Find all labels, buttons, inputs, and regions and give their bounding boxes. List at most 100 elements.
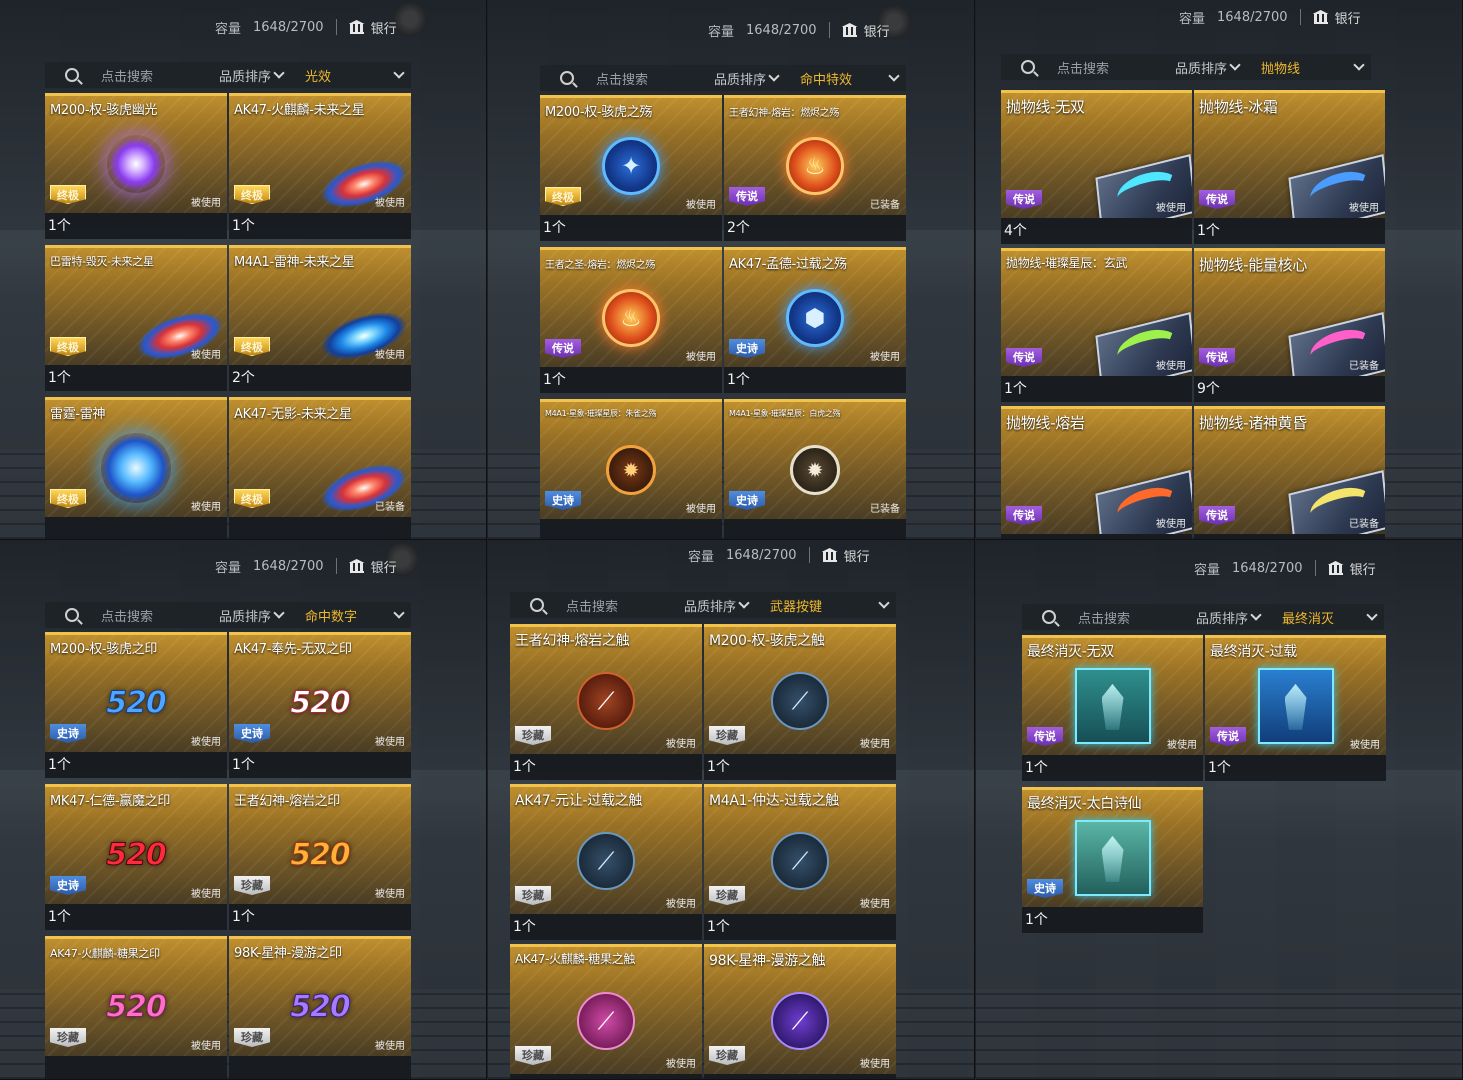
chevron-down-icon xyxy=(273,607,285,619)
rarity-badge: 珍藏 xyxy=(515,1046,551,1065)
sort-dropdown[interactable]: 品质排序 xyxy=(684,596,770,615)
chevron-down-icon xyxy=(1250,609,1262,621)
item-count xyxy=(724,519,906,539)
category-label: 最终消灭 xyxy=(1282,611,1335,627)
item-count: 2个 xyxy=(724,215,906,241)
divider xyxy=(335,19,337,35)
item-slot[interactable]: 抛物线-冰霜 传说 被使用 1个 xyxy=(1194,90,1387,248)
search-input[interactable]: 点击搜索 xyxy=(566,596,684,615)
item-slot[interactable]: AK47-火麒麟-糖果之触 ⟋ 珍藏 被使用 xyxy=(510,944,704,1079)
bank-button[interactable]: 银行 xyxy=(842,21,890,40)
item-slot[interactable]: AK47-火麒麟-糖果之印 520 珍藏 被使用 xyxy=(45,936,229,1079)
search-input[interactable]: 点击搜索 xyxy=(101,606,219,625)
item-slot[interactable]: 最终消灭-无双 传说 被使用 1个 xyxy=(1022,635,1205,787)
search-input[interactable]: 点击搜索 xyxy=(596,69,714,88)
search-input[interactable]: 点击搜索 xyxy=(101,66,219,85)
item-slot[interactable]: AK47-奉先-无双之印 520 史诗 被使用 1个 xyxy=(229,632,413,784)
category-dropdown[interactable]: 光效 xyxy=(305,66,411,85)
item-slot[interactable]: 抛物线-璀璨星辰：玄武 传说 被使用 1个 xyxy=(1001,248,1194,406)
item-slot[interactable]: 王者幻神-熔岩之印 520 珍藏 被使用 1个 xyxy=(229,784,413,936)
search-icon[interactable] xyxy=(530,598,544,612)
item-slot[interactable]: 王者幻神-熔岩之触 ⟋ 珍藏 被使用 1个 xyxy=(510,624,704,784)
sort-label: 品质排序 xyxy=(219,69,272,85)
item-name: MK47-仁德-赢魔之印 xyxy=(50,794,171,809)
item-card: 最终消灭-无双 传说 被使用 xyxy=(1022,635,1203,755)
item-slot[interactable]: 最终消灭-过载 传说 被使用 1个 xyxy=(1205,635,1388,787)
bank-button[interactable]: 银行 xyxy=(1313,8,1361,27)
item-slot[interactable]: M200-权-骇虎之触 ⟋ 珍藏 被使用 1个 xyxy=(704,624,898,784)
item-slot[interactable]: MK47-仁德-赢魔之印 520 史诗 被使用 1个 xyxy=(45,784,229,936)
search-icon[interactable] xyxy=(65,68,79,82)
item-slot[interactable]: M4A1-星象-璀璨星辰：朱雀之殇 ✹ 史诗 被使用 xyxy=(540,399,724,539)
item-status: 被使用 xyxy=(375,1041,405,1052)
item-status: 被使用 xyxy=(860,1059,890,1070)
item-slot[interactable]: AK47-元让-过载之触 ⟋ 珍藏 被使用 1个 xyxy=(510,784,704,944)
item-slot[interactable]: 雷霆-雷神 终极 被使用 xyxy=(45,397,229,539)
item-slot[interactable]: M4A1-雷神-未来之星 终极 被使用 2个 xyxy=(229,245,413,397)
item-slot[interactable]: 抛物线-熔岩 传说 被使用 xyxy=(1001,406,1194,539)
bank-button[interactable]: 银行 xyxy=(349,18,397,37)
item-slot[interactable]: 98K-星神-漫游之触 ⟋ 珍藏 被使用 xyxy=(704,944,898,1079)
item-count: 2个 xyxy=(229,365,411,391)
search-icon[interactable] xyxy=(560,71,574,85)
chevron-down-icon xyxy=(878,597,890,609)
item-slot[interactable]: M4A1-仲达-过载之触 ⟋ 珍藏 被使用 1个 xyxy=(704,784,898,944)
item-count: 1个 xyxy=(229,213,411,239)
bank-icon xyxy=(349,559,365,573)
search-icon[interactable] xyxy=(65,608,79,622)
rarity-badge: 终极 xyxy=(50,337,86,356)
search-input[interactable]: 点击搜索 xyxy=(1078,608,1196,627)
sort-dropdown[interactable]: 品质排序 xyxy=(1175,58,1261,77)
item-status: 被使用 xyxy=(191,350,221,361)
category-label: 抛物线 xyxy=(1261,61,1301,77)
category-dropdown[interactable]: 命中特效 xyxy=(800,69,906,88)
category-dropdown[interactable]: 武器按键 xyxy=(770,596,896,615)
search-input[interactable]: 点击搜索 xyxy=(1057,58,1175,77)
item-name: 最终消灭-太白诗仙 xyxy=(1027,796,1142,812)
item-slot[interactable]: AK47-火麒麟-未来之星 终极 被使用 1个 xyxy=(229,93,413,245)
search-icon[interactable] xyxy=(1042,610,1056,624)
rarity-badge: 史诗 xyxy=(234,724,270,743)
item-slot[interactable]: 抛物线-诸神黄昏 传说 已装备 xyxy=(1194,406,1387,539)
sort-dropdown[interactable]: 品质排序 xyxy=(714,69,800,88)
capacity-bar: 容量 1648/2700 银行 xyxy=(688,543,870,567)
item-status: 被使用 xyxy=(666,1059,696,1070)
item-slot[interactable]: 最终消灭-太白诗仙 史诗 1个 xyxy=(1022,787,1205,939)
rarity-badge: 史诗 xyxy=(50,724,86,743)
sort-dropdown[interactable]: 品质排序 xyxy=(219,66,305,85)
bank-label: 银行 xyxy=(370,21,397,37)
item-slot[interactable]: 巴雷特-毁灭-未来之星 终极 被使用 1个 xyxy=(45,245,229,397)
item-status: 被使用 xyxy=(191,502,221,513)
category-dropdown[interactable]: 抛物线 xyxy=(1261,58,1371,77)
item-card: 抛物线-冰霜 传说 被使用 xyxy=(1194,90,1385,218)
item-status: 被使用 xyxy=(1167,740,1197,751)
sort-dropdown[interactable]: 品质排序 xyxy=(1196,608,1282,627)
bank-button[interactable]: 银行 xyxy=(822,546,870,565)
item-slot[interactable]: 王者幻神-熔岩：燃烬之殇 ♨ 传说 已装备 2个 xyxy=(724,95,908,247)
capacity-label: 容量 xyxy=(708,24,735,40)
item-slot[interactable]: M200-权-骇虎之印 520 史诗 被使用 1个 xyxy=(45,632,229,784)
item-name: 98K-星神-漫游之印 xyxy=(234,946,342,961)
category-dropdown[interactable]: 命中数字 xyxy=(305,606,411,625)
item-slot[interactable]: M200-权-骇虎之殇 ✦ 终极 被使用 1个 xyxy=(540,95,724,247)
item-slot[interactable]: 抛物线-无双 传说 被使用 4个 xyxy=(1001,90,1194,248)
item-slot[interactable]: AK47-无影-未来之星 终极 已装备 xyxy=(229,397,413,539)
bank-label: 银行 xyxy=(1349,562,1376,578)
item-slot[interactable]: AK47-孟德-过载之殇 ⬢ 史诗 被使用 1个 xyxy=(724,247,908,399)
hit-number-icon: 520 xyxy=(106,989,168,1025)
item-slot[interactable]: 抛物线-能量核心 传说 已装备 9个 xyxy=(1194,248,1387,406)
item-status: 已装备 xyxy=(870,504,900,515)
bank-button[interactable]: 银行 xyxy=(1328,559,1376,578)
item-status: 被使用 xyxy=(686,352,716,363)
item-slot[interactable]: 王者之圣-熔岩：燃烬之殇 ♨ 传说 被使用 1个 xyxy=(540,247,724,399)
item-count xyxy=(45,517,227,539)
bank-icon xyxy=(822,548,838,562)
bank-button[interactable]: 银行 xyxy=(349,557,397,576)
item-name: M200-权-骇虎幽光 xyxy=(50,103,158,118)
sort-dropdown[interactable]: 品质排序 xyxy=(219,606,305,625)
item-slot[interactable]: M4A1-星象-璀璨星辰：白虎之殇 ✹ 史诗 已装备 xyxy=(724,399,908,539)
item-slot[interactable]: M200-权-骇虎幽光 终极 被使用 1个 xyxy=(45,93,229,245)
item-slot[interactable]: 98K-星神-漫游之印 520 珍藏 被使用 xyxy=(229,936,413,1079)
category-dropdown[interactable]: 最终消灭 xyxy=(1282,608,1384,627)
search-icon[interactable] xyxy=(1021,60,1035,74)
